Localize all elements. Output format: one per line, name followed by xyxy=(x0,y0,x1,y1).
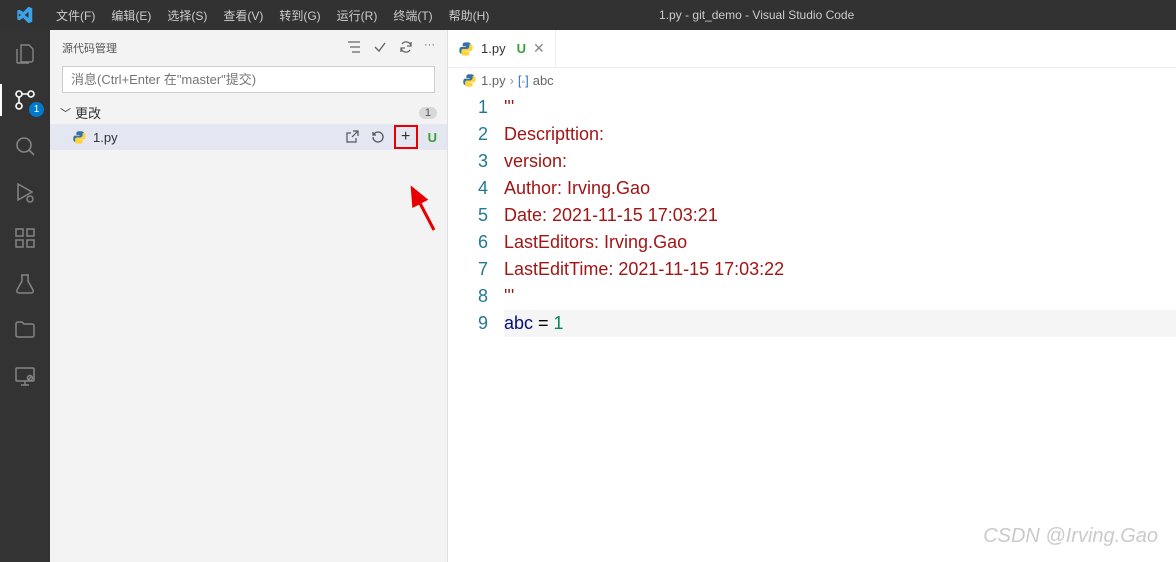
explorer-icon[interactable] xyxy=(11,40,39,68)
code-editor[interactable]: 123456789 '''Descripttion: version: Auth… xyxy=(448,92,1176,337)
menu-help[interactable]: 帮助(H) xyxy=(441,0,498,30)
title-bar: 文件(F) 编辑(E) 选择(S) 查看(V) 转到(G) 运行(R) 终端(T… xyxy=(0,0,1176,30)
scm-title: 源代码管理 xyxy=(62,40,117,56)
vscode-logo-icon xyxy=(0,6,48,24)
run-debug-icon[interactable] xyxy=(11,178,39,206)
bc-file: 1.py xyxy=(481,73,506,88)
close-icon[interactable]: ✕ xyxy=(533,40,545,57)
testing-icon[interactable] xyxy=(11,270,39,298)
chevron-down-icon: ﹀ xyxy=(60,105,71,121)
menu-run[interactable]: 运行(R) xyxy=(329,0,386,30)
refresh-icon[interactable] xyxy=(398,39,414,58)
changes-count: 1 xyxy=(419,107,437,119)
source[interactable]: '''Descripttion: version: Author: Irving… xyxy=(504,94,1176,337)
more-icon[interactable]: ··· xyxy=(424,39,435,58)
symbol-icon: [◦] xyxy=(518,73,529,88)
commit-icon[interactable] xyxy=(372,39,388,58)
stage-plus-button[interactable]: + xyxy=(394,125,418,149)
commit-message-box xyxy=(62,66,435,93)
python-file-icon xyxy=(72,130,87,145)
remote-icon[interactable] xyxy=(11,362,39,390)
source-control-icon[interactable]: 1 xyxy=(11,86,39,114)
file-actions: + U xyxy=(342,125,437,149)
changes-label: 更改 xyxy=(75,103,101,122)
view-tree-icon[interactable] xyxy=(346,39,362,58)
scm-actions: ··· xyxy=(346,39,435,58)
python-file-icon xyxy=(458,41,474,57)
menu-go[interactable]: 转到(G) xyxy=(271,0,328,30)
activity-bar: 1 xyxy=(0,30,50,562)
search-icon[interactable] xyxy=(11,132,39,160)
breadcrumb[interactable]: 1.py › [◦] abc xyxy=(448,68,1176,92)
scm-sidebar: 源代码管理 ··· ﹀ 更改 1 1.py + U xyxy=(50,30,448,562)
menu-file[interactable]: 文件(F) xyxy=(48,0,103,30)
extensions-icon[interactable] xyxy=(11,224,39,252)
folder-icon[interactable] xyxy=(11,316,39,344)
file-status: U xyxy=(428,130,437,145)
discard-icon[interactable] xyxy=(368,127,388,147)
file-name: 1.py xyxy=(93,130,342,145)
tab-label: 1.py xyxy=(481,41,506,56)
menu-selection[interactable]: 选择(S) xyxy=(159,0,215,30)
changes-section[interactable]: ﹀ 更改 1 xyxy=(50,101,447,124)
changed-file-row[interactable]: 1.py + U xyxy=(50,124,447,150)
scm-panel-header: 源代码管理 ··· xyxy=(50,30,447,66)
menu-view[interactable]: 查看(V) xyxy=(215,0,271,30)
gutter: 123456789 xyxy=(448,94,504,337)
python-file-icon xyxy=(462,73,477,88)
window-title: 1.py - git_demo - Visual Studio Code xyxy=(497,8,1016,22)
tab-1py[interactable]: 1.py U ✕ xyxy=(448,30,556,67)
open-file-icon[interactable] xyxy=(342,127,362,147)
menu-bar: 文件(F) 编辑(E) 选择(S) 查看(V) 转到(G) 运行(R) 终端(T… xyxy=(48,0,497,30)
menu-edit[interactable]: 编辑(E) xyxy=(103,0,159,30)
tab-bar: 1.py U ✕ xyxy=(448,30,1176,68)
commit-message-input[interactable] xyxy=(62,66,435,93)
scm-badge: 1 xyxy=(29,102,44,117)
bc-symbol: abc xyxy=(533,73,554,88)
menu-terminal[interactable]: 终端(T) xyxy=(385,0,440,30)
chevron-right-icon: › xyxy=(510,73,514,88)
tab-status: U xyxy=(517,41,526,56)
editor-area: 1.py U ✕ 1.py › [◦] abc 123456789 '''Des… xyxy=(448,30,1176,562)
